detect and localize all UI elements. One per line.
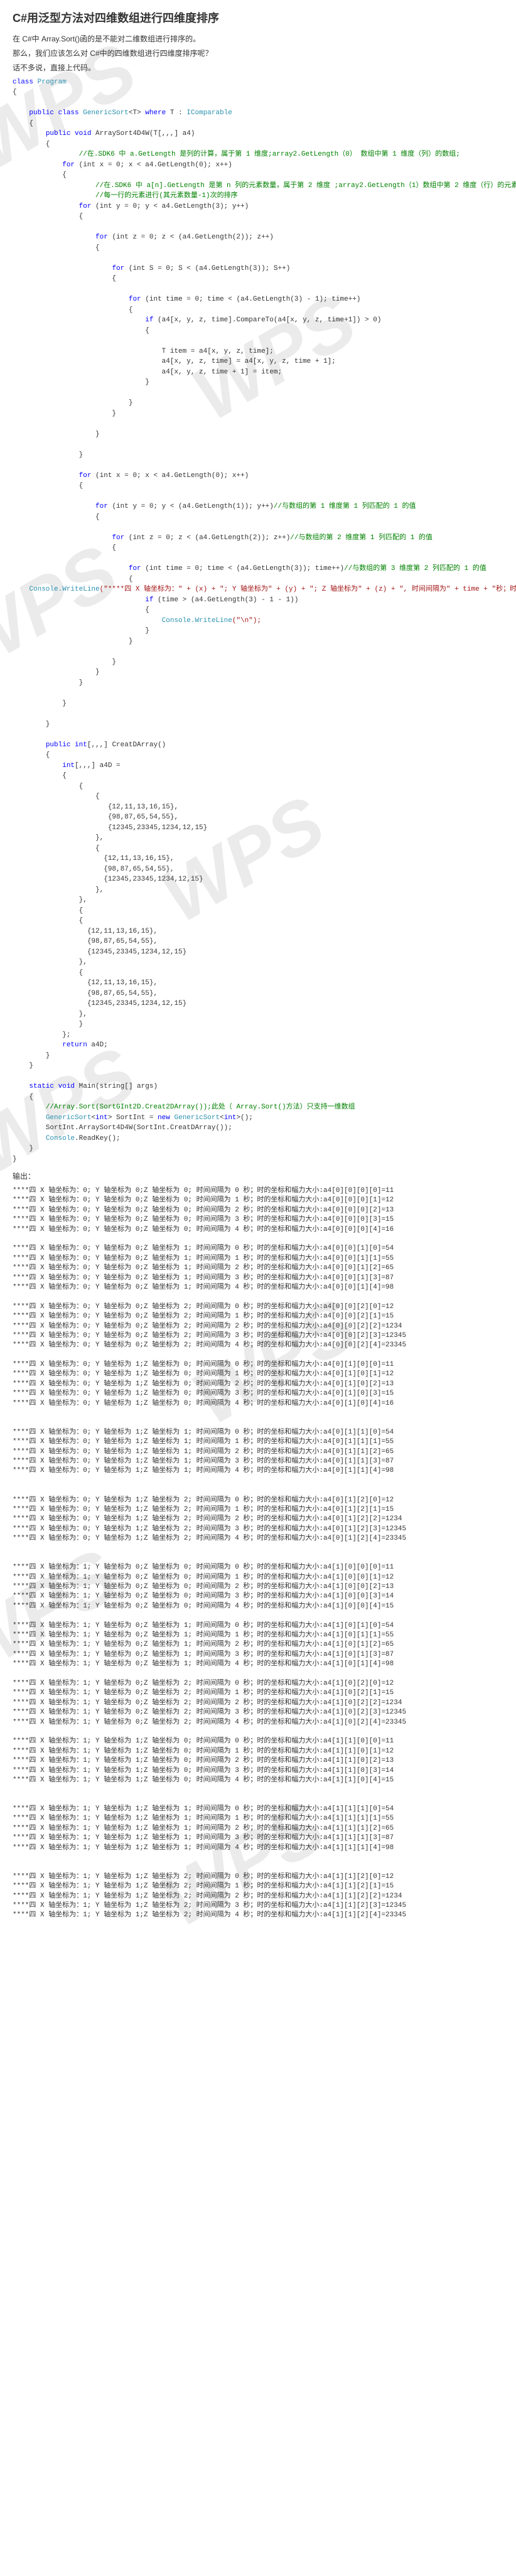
item-2: a4[x, y, z, time] = a4[x, y, z, time + 1… (162, 358, 336, 365)
for3-cond: (int z = 0; z < (a4.GetLength(2)); z++) (112, 233, 273, 241)
data-row-11: {98,87,65,54,55}, (87, 990, 158, 997)
write-string: ("****四 X 轴坐标为：" + (x) + "; Y 轴坐标为" + (y… (100, 586, 516, 593)
intro-line-3: 话不多说，直接上代码。 (13, 62, 503, 74)
intro-line-1: 在 C#中 Array.Sort()函的是不能对二维数组进行排序的。 (13, 33, 503, 45)
item-1: T item = a4[x, y, z, time]; (162, 348, 274, 355)
kw-static-void: static void (29, 1083, 75, 1090)
main-method: Main (79, 1083, 95, 1090)
intro-line-2: 那么，我们应该怎么对 C#中的四维数组进行四维度排序呢？ (13, 48, 503, 60)
kw-public-void: public void (46, 130, 92, 137)
article-title: C#用泛型方法对四维数组进行四维度排序 (13, 9, 503, 26)
kw-int: int (75, 741, 87, 749)
kw-public-class: public class (29, 109, 78, 117)
if-time: (time > (a4.GetLength(3) - 1 - 1)) (158, 596, 298, 604)
creat-method: CreatDArray() (112, 741, 166, 749)
data-row-12: {12345,23345,1234,12,15} (87, 1000, 186, 1007)
comment-main: //Array.Sort(SortGInt2D.Creat2DArray());… (46, 1103, 355, 1111)
comment-2: //在.SDK6 中 a[n].GetLength 是第 n 列的元素数量，属于… (95, 182, 516, 190)
kw-class: class (13, 78, 33, 86)
data-row-4: {12,11,13,16,15}, (104, 855, 174, 862)
for2-cond: (int y = 0; y < a4.GetLength(3); y++) (95, 203, 249, 210)
comment-1: //在.SDK6 中 a.GetLength 是列的计算，属于第 1 维度;ar… (79, 151, 460, 158)
item-3: a4[x, y, z, time + 1] = item; (162, 368, 282, 376)
comment-match-3: //与数组的第 3 维度第 2 列匹配的 1 的值 (344, 565, 486, 572)
data-row-1: {12,11,13,16,15}, (108, 803, 178, 811)
main-param: (string[] args) (95, 1083, 158, 1090)
comment-3: //每一行的元素进行(其元素数量-1)次的排序 (95, 192, 238, 200)
data-row-5: {98,87,65,54,55}, (104, 866, 174, 873)
for5-cond: (int time = 0; time < (a4.GetLength(3) -… (145, 296, 360, 303)
kw-public: public (46, 741, 71, 749)
for4-cond: (int S = 0; S < (a4.GetLength(3)); S++) (129, 265, 290, 272)
write-newline: ("\n"); (232, 617, 261, 625)
if-cond: (a4[x, y, z, time].CompareTo(a4[x, y, z,… (158, 316, 381, 324)
cls-genericsort: GenericSort (83, 109, 129, 117)
method-param: (T[,,,] a4) (149, 130, 195, 137)
data-row-6: {12345,23345,1234,12,15} (104, 876, 203, 883)
cls-icomparable: IComparable (186, 109, 232, 117)
data-row-3: {12345,23345,1234,12,15} (108, 824, 207, 832)
sortint-call: SortInt.ArraySort4D4W(SortInt.CreatDArra… (46, 1124, 232, 1132)
data-row-8: {98,87,65,54,55}, (87, 938, 158, 945)
cls-program: Program (38, 78, 67, 86)
comment-match-1: //与数组的第 1 维度第 1 列匹配的 1 的值 (274, 503, 416, 510)
code-block: class Program { public class GenericSort… (13, 77, 503, 1165)
data-row-9: {12345,23345,1234,12,15} (87, 948, 186, 956)
data-row-7: {12,11,13,16,15}, (87, 928, 158, 935)
method-name: ArraySort4D4W (95, 130, 149, 137)
kw-for-1: for (62, 161, 75, 169)
for1-cond: (int x = 0; x < a4.GetLength(0); x++) (79, 161, 232, 169)
comment-match-2: //与数组的第 2 维度第 1 列匹配的 1 的值 (290, 534, 433, 542)
output-title: 输出： (13, 1171, 503, 1181)
article-content: C#用泛型方法对四维数组进行四维度排序 在 C#中 Array.Sort()函的… (0, 0, 516, 1930)
kw-where: where (145, 109, 166, 117)
data-row-2: {98,87,65,54,55}, (108, 813, 178, 821)
console-write: Console.WriteLine (29, 586, 99, 593)
output-block: ****四 X 轴坐标为：0; Y 轴坐标为 0;Z 轴坐标为 0; 时间间隔为… (13, 1186, 503, 1921)
data-row-10: {12,11,13,16,15}, (87, 979, 158, 987)
